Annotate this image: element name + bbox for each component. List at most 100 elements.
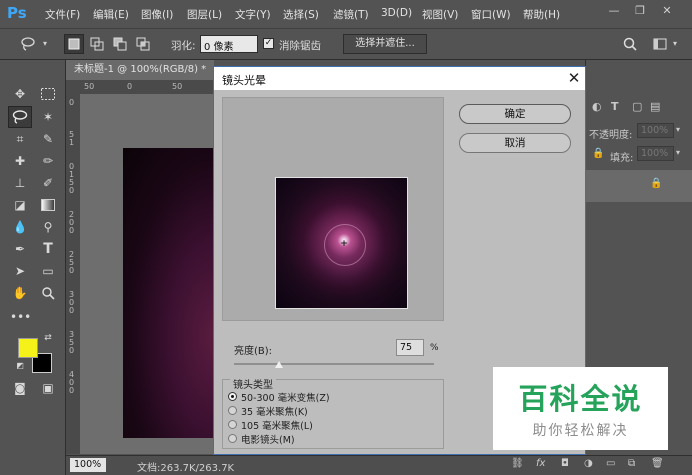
add-selection-icon[interactable] [87,34,107,54]
close-window-button[interactable]: ✕ [655,3,679,19]
antialias-label: 消除锯齿 [279,40,321,52]
eraser-tool-icon[interactable]: ◪ [10,195,30,215]
status-bar: 文档:263.7K/263.7K ⛓ fx ◘ ◑ ▭ ⧉ 🗑 [66,455,692,475]
healing-brush-tool-icon[interactable]: ✚ [10,151,30,171]
menu-select[interactable]: 选择(S) [283,7,319,22]
pen-tool-icon[interactable]: ✒ [10,239,30,259]
layer-filter-smart-icon[interactable]: ▢ [632,100,642,113]
layer-filter-artboard-icon[interactable]: ▤ [650,100,660,113]
minimize-button[interactable]: — [602,3,626,19]
workspace-icon[interactable] [650,34,670,54]
layer-filter-shape-icon[interactable]: ◐ [592,100,602,113]
restore-button[interactable]: ❐ [628,3,652,19]
menu-help[interactable]: 帮助(H) [523,7,560,22]
default-colors-icon[interactable]: ◩ [14,360,26,372]
path-selection-tool-icon[interactable]: ➤ [10,261,30,281]
new-group-icon[interactable]: ▭ [606,458,615,469]
magic-wand-tool-icon[interactable]: ✶ [38,107,58,127]
antialias-checkbox[interactable]: ✓ [263,38,274,49]
link-layers-icon[interactable]: ⛓ [511,458,524,469]
ruler-v-tick: 0 [69,98,75,107]
flare-center-crosshair-icon[interactable]: + [340,240,348,249]
history-brush-tool-icon[interactable]: ✐ [38,173,58,193]
select-and-mask-button[interactable]: 选择并遮住... [343,34,427,54]
adjustment-layer-icon[interactable]: ◑ [584,458,593,469]
eyedropper-tool-icon[interactable]: ✎ [38,129,58,149]
cancel-button[interactable]: 取消 [459,133,571,153]
blur-tool-icon[interactable]: 💧 [10,217,30,237]
search-icon[interactable] [620,34,640,54]
add-mask-icon[interactable]: ◘ [561,458,569,469]
menu-file[interactable]: 文件(F) [45,7,80,22]
lens-radio-movie[interactable] [228,434,237,443]
document-canvas[interactable] [123,148,214,438]
layer-filter-type-icon[interactable]: T [611,100,619,113]
crop-tool-icon[interactable]: ⌗ [10,129,30,149]
brightness-slider-track[interactable] [234,363,434,365]
document-tab[interactable]: 未标题-1 @ 100%(RGB/8) * [66,60,214,80]
dodge-tool-icon[interactable]: ⚲ [38,217,58,237]
gradient-tool-icon[interactable] [38,195,58,215]
lens-option-label[interactable]: 35 毫米聚焦(K) [241,404,308,418]
ruler-v-tick: 0 [69,386,75,395]
feather-label: 羽化: [171,40,196,52]
marquee-tool-icon[interactable] [38,84,58,104]
ruler-h-tick: 50 [84,82,95,91]
menu-layer[interactable]: 图层(L) [187,7,222,22]
menu-type[interactable]: 文字(Y) [235,7,271,22]
lens-radio-35[interactable] [228,406,237,415]
lock-icon[interactable]: 🔒 [592,148,604,159]
menu-window[interactable]: 窗口(W) [471,7,511,22]
dialog-title-bar[interactable]: 镜头光晕 ✕ [214,67,585,90]
ok-button[interactable]: 确定 [459,104,571,124]
stamp-tool-icon[interactable]: ⊥ [10,173,30,193]
delete-layer-icon[interactable]: 🗑 [651,458,664,469]
menu-3d[interactable]: 3D(D) [381,7,412,19]
menu-filter[interactable]: 滤镜(T) [333,7,369,22]
brightness-slider-thumb[interactable] [274,361,283,368]
close-icon[interactable]: ✕ [564,68,584,88]
intersect-selection-icon[interactable] [133,34,153,54]
rectangle-tool-icon[interactable]: ▭ [38,261,58,281]
new-layer-icon[interactable]: ⧉ [628,458,635,469]
brush-tool-icon[interactable]: ✏ [38,151,58,171]
zoom-level-input[interactable]: 100% [70,458,106,472]
lasso-tool-icon[interactable] [8,106,32,128]
opacity-chevron-icon[interactable]: ▾ [676,125,680,134]
menu-image[interactable]: 图像(I) [141,7,173,22]
fx-icon[interactable]: fx [536,458,545,469]
watermark-badge: 百科全说 助你轻松解决 [493,367,668,450]
screen-mode-icon[interactable]: ▣ [38,378,58,398]
more-tools-icon[interactable]: ••• [10,307,31,327]
lens-radio-50-300[interactable] [228,392,237,401]
opacity-input[interactable]: 100% [637,123,674,138]
foreground-color-swatch[interactable] [18,338,38,358]
brightness-input[interactable]: 75 [396,339,424,356]
ruler-v-tick: 1 [69,138,75,147]
menu-view[interactable]: 视图(V) [422,7,458,22]
fill-input[interactable]: 100% [637,146,674,161]
new-selection-icon[interactable] [64,34,84,54]
chevron-down-icon[interactable]: ▾ [40,34,50,54]
subtract-selection-icon[interactable] [110,34,130,54]
vertical-ruler: 0 5 1 0 1 5 0 2 0 0 2 5 0 3 0 0 3 5 0 4 … [66,94,81,454]
fill-chevron-icon[interactable]: ▾ [676,148,680,157]
background-layer-row[interactable]: 🔒 [586,170,692,202]
zoom-tool-icon[interactable] [38,283,58,303]
quick-mask-icon[interactable]: ◙ [10,378,30,398]
lens-option-label[interactable]: 电影镜头(M) [241,432,295,446]
hand-tool-icon[interactable]: ✋ [10,283,30,303]
feather-input[interactable]: 0 像素 [200,35,258,53]
workspace-chevron-icon[interactable]: ▾ [670,34,680,54]
lasso-preset-icon[interactable] [18,34,38,54]
swap-colors-icon[interactable]: ⇄ [42,332,54,344]
type-tool-icon[interactable]: T [38,239,58,259]
lens-radio-105[interactable] [228,420,237,429]
lens-option-label[interactable]: 50-300 毫米变焦(Z) [241,390,330,404]
options-bar: ▾ 羽化: 0 像素 ✓ 消除锯齿 选择并遮住... ▾ [0,28,692,60]
move-tool-icon[interactable]: ✥ [10,84,30,104]
flare-preview-image[interactable]: + [275,177,408,309]
menu-edit[interactable]: 编辑(E) [93,7,129,22]
fill-label: 填充: [610,153,634,164]
lens-option-label[interactable]: 105 毫米聚焦(L) [241,418,313,432]
